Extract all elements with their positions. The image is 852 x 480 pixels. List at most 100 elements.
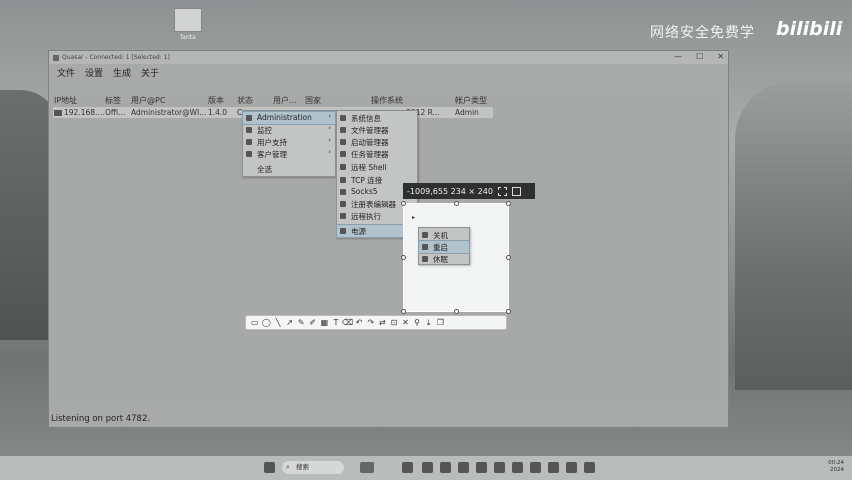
menu-build[interactable]: 生成 [113,66,131,79]
col-version[interactable]: 版本 [208,95,224,106]
window-capture-icon[interactable] [511,186,521,196]
menu-item-shutdown[interactable]: 关机 [419,229,469,241]
resize-handle[interactable] [506,309,511,314]
menu-settings[interactable]: 设置 [85,66,103,79]
startup-icon [340,139,346,145]
taskview-icon[interactable] [402,462,413,473]
fullscreen-icon[interactable] [497,186,507,196]
menu-file[interactable]: 文件 [57,66,75,79]
status-bar: Listening on port 4782. [51,414,151,424]
chevron-right-icon: › [328,136,331,144]
chevron-right-icon: › [328,124,331,132]
ocr-icon[interactable]: ⊡ [388,316,400,329]
undo-icon[interactable]: ↶ [353,316,365,329]
chevron-right-icon: › [328,148,331,156]
app-icon[interactable] [548,462,559,473]
resize-handle[interactable] [454,201,459,206]
title-bar[interactable]: Quasar - Connected: 1 [Selected: 1] — ☐ … [49,51,728,64]
minimize-button[interactable]: — [674,52,682,61]
menu-item-client-management[interactable]: 客户管理 › [243,148,335,160]
menu-item-file-manager[interactable]: 文件管理器 [337,124,417,136]
menu-item-administration[interactable]: Administration › [242,111,336,125]
app-icon[interactable] [494,462,505,473]
translate-icon[interactable]: ⇄ [377,316,389,329]
monitor-icon [246,127,252,133]
desktop-file-icon[interactable] [174,8,202,32]
eraser-icon[interactable]: ⌫ [342,316,354,329]
taskbar: ⌕ 搜索 00:24 2024 [0,456,852,480]
menu-bar: 文件 设置 生成 关于 [49,64,728,80]
power-submenu: 关机 重启 休眠 [418,227,470,265]
cell-version: 1.4.0 [208,108,228,117]
mosaic-icon[interactable]: ▦ [319,316,331,329]
cell-tag: Offi... [105,108,126,117]
resize-handle[interactable] [506,255,511,260]
menu-item-select-all[interactable]: 全选 [243,163,335,175]
client-icon [246,151,252,157]
taskbar-search[interactable]: ⌕ 搜索 [282,461,344,474]
power-icon [340,228,346,234]
task-icon [340,151,346,157]
col-user-pc[interactable]: 用户@PC [131,95,165,106]
app-icon[interactable] [440,462,451,473]
app-icon[interactable] [512,462,523,473]
close-icon[interactable]: ✕ [400,316,412,329]
pin-icon[interactable]: ⚲ [411,316,423,329]
ellipse-icon[interactable]: ◯ [261,316,273,329]
save-icon[interactable]: ⤓ [423,316,435,329]
col-os[interactable]: 操作系统 [371,95,403,106]
col-user[interactable]: 用户... [273,95,297,106]
cursor-arrow-icon: ▸ [412,214,416,221]
restart-icon [422,244,428,250]
col-account-type[interactable]: 帐户类型 [455,95,487,106]
resize-handle[interactable] [401,255,406,260]
pen-icon[interactable]: ✎ [295,316,307,329]
menu-item-system-info[interactable]: 系统信息 [337,112,417,124]
chevron-right-icon: › [328,112,331,120]
start-icon[interactable] [264,462,275,473]
menu-item-user-support[interactable]: 用户支持 › [243,136,335,148]
widget-icon[interactable] [360,462,374,473]
menu-item-remote-shell[interactable]: 远程 Shell [337,161,417,173]
menu-item-task-manager[interactable]: 任务管理器 [337,148,417,160]
cell-user-pc: Administrator@WI... [131,108,207,117]
menu-item-monitor[interactable]: 监控 › [243,124,335,136]
taskbar-clock[interactable]: 00:24 2024 [828,460,844,474]
app-icon [53,54,59,61]
col-tag[interactable]: 标签 [105,95,121,106]
menu-item-startup-manager[interactable]: 启动管理器 [337,136,417,148]
rect-icon[interactable]: ▭ [249,316,261,329]
col-country[interactable]: 国家 [305,95,321,106]
cell-account-type: Admin [455,108,479,117]
registry-icon [340,201,346,207]
terminal-icon [340,164,346,170]
arrow-icon[interactable]: ↗ [284,316,296,329]
text-icon[interactable]: T [330,316,342,329]
col-status[interactable]: 状态 [237,95,253,106]
maximize-button[interactable]: ☐ [696,52,703,61]
search-icon: ⌕ [286,463,290,471]
resize-handle[interactable] [506,201,511,206]
redo-icon[interactable]: ↷ [365,316,377,329]
snip-dimensions: -1009,655 234 × 240 [407,186,493,196]
resize-handle[interactable] [401,201,406,206]
resize-handle[interactable] [454,309,459,314]
close-button[interactable]: ✕ [717,52,724,61]
search-label: 搜索 [296,463,309,471]
menu-item-sleep[interactable]: 休眠 [419,253,469,265]
sleep-icon [422,256,428,262]
menu-about[interactable]: 关于 [141,66,159,79]
app-icon[interactable] [476,462,487,473]
app-icon[interactable] [584,462,595,473]
app-icon[interactable] [530,462,541,473]
app-icon[interactable] [422,462,433,473]
menu-item-restart[interactable]: 重启 [418,240,470,254]
copy-icon[interactable]: ❐ [435,316,447,329]
resize-handle[interactable] [401,309,406,314]
col-ip[interactable]: IP地址 [54,95,77,106]
marker-icon[interactable]: ✐ [307,316,319,329]
app-icon[interactable] [458,462,469,473]
app-icon[interactable] [566,462,577,473]
line-icon[interactable]: ╲ [272,316,284,329]
snip-toolbar: ▭ ◯ ╲ ↗ ✎ ✐ ▦ T ⌫ ↶ ↷ ⇄ ⊡ ✕ ⚲ ⤓ ❐ [245,315,507,330]
